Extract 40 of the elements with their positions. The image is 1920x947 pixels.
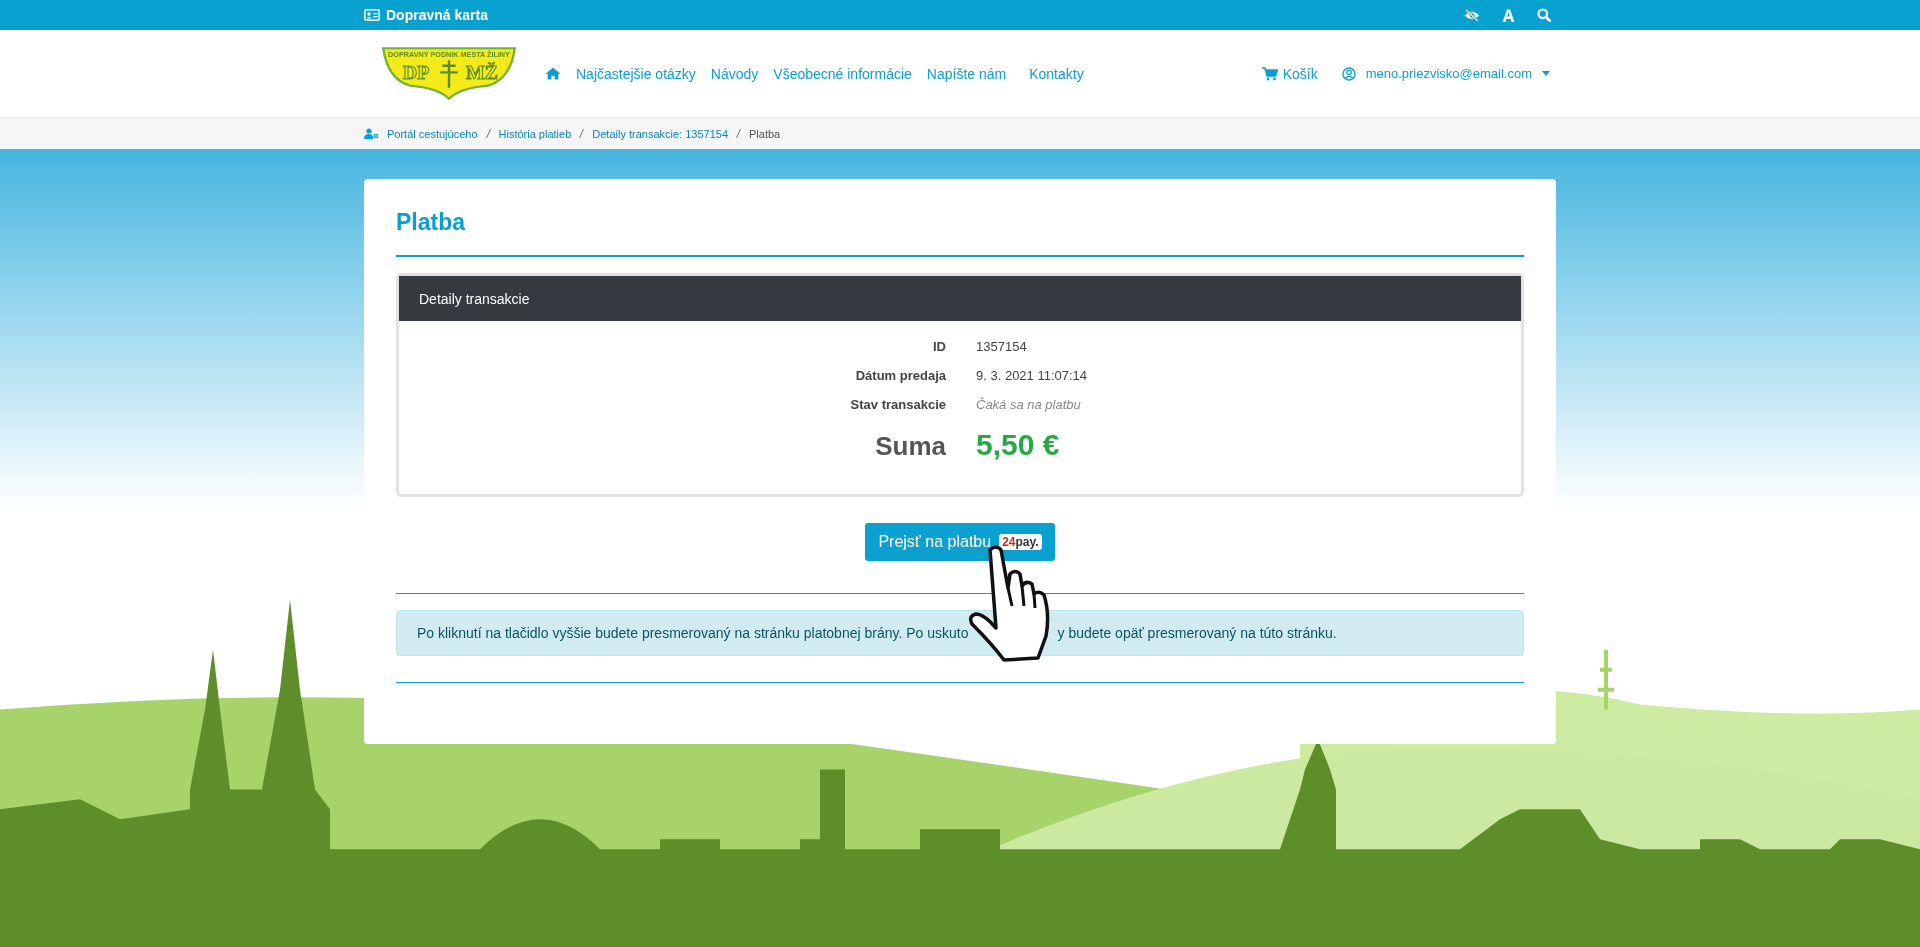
user-menu[interactable]: meno.priezvisko@email.com	[1341, 66, 1550, 81]
field-label: Suma	[874, 431, 946, 462]
font-size-icon[interactable]	[1502, 8, 1515, 22]
nav-link[interactable]: Napíšte nám	[926, 65, 1007, 82]
breadcrumb-separator-icon	[485, 129, 491, 138]
nav-link[interactable]: Kontakty	[1029, 65, 1084, 82]
home-icon[interactable]	[545, 67, 561, 80]
breadcrumb-link[interactable]: Detaily transakcie: 1357154	[592, 127, 728, 140]
nav-link[interactable]: Všeobecné informácie	[773, 65, 912, 82]
alert-text: y budete opäť presmerovaný na túto stránku.	[1057, 625, 1337, 641]
breadcrumb-separator-icon	[736, 129, 741, 138]
dopravna-karta-link[interactable]: Dopravná karta	[386, 7, 488, 23]
field-label: ID	[932, 339, 946, 354]
cart-link[interactable]: Košík	[1261, 65, 1318, 82]
nav-link[interactable]: Najčastejšie otázky	[576, 65, 696, 82]
cart-icon	[1261, 66, 1278, 81]
pay-button[interactable]: Prejsť na platbu 24pay.	[865, 523, 1055, 561]
field-label: Stav transakcie	[849, 397, 946, 412]
button-label: Prejsť na platbu	[878, 533, 992, 551]
payment-logo: 24pay.	[999, 534, 1042, 550]
caret-icon	[1542, 71, 1550, 76]
field-value: Čaká sa na platbu	[976, 397, 1082, 412]
nav-link[interactable]: Návody	[710, 65, 759, 82]
field-value: 5,50 €	[976, 428, 1061, 462]
field-value: 9. 3. 2021 11:07:14	[976, 368, 1089, 383]
breadcrumb-link[interactable]: História platieb	[498, 127, 572, 140]
current-page-label: Platba	[749, 127, 781, 140]
breadcrumb-separator-icon	[579, 129, 585, 138]
breadcrumb-link[interactable]: Portál cestujúceho	[387, 127, 478, 140]
logo[interactable]: DOPRAVNÝ PODNIK MESTA ŽILINY DP MŽ	[381, 46, 517, 101]
id-card-icon	[364, 9, 380, 21]
eye-slash-icon[interactable]	[1464, 8, 1480, 22]
user-icon	[1341, 66, 1356, 81]
field-label: Dátum predaja	[854, 368, 946, 383]
alert-text: Po kliknutí na tlačidlo vyššie budete presmerovaný na stránku platobnej brány. Po uskuto	[417, 625, 969, 641]
panel-header: Detaily transakcie	[399, 276, 1521, 321]
page-title: Platba	[396, 208, 467, 237]
search-icon[interactable]	[1537, 8, 1551, 22]
field-value: 1357154	[976, 339, 1028, 354]
user-gear-icon	[364, 128, 379, 139]
